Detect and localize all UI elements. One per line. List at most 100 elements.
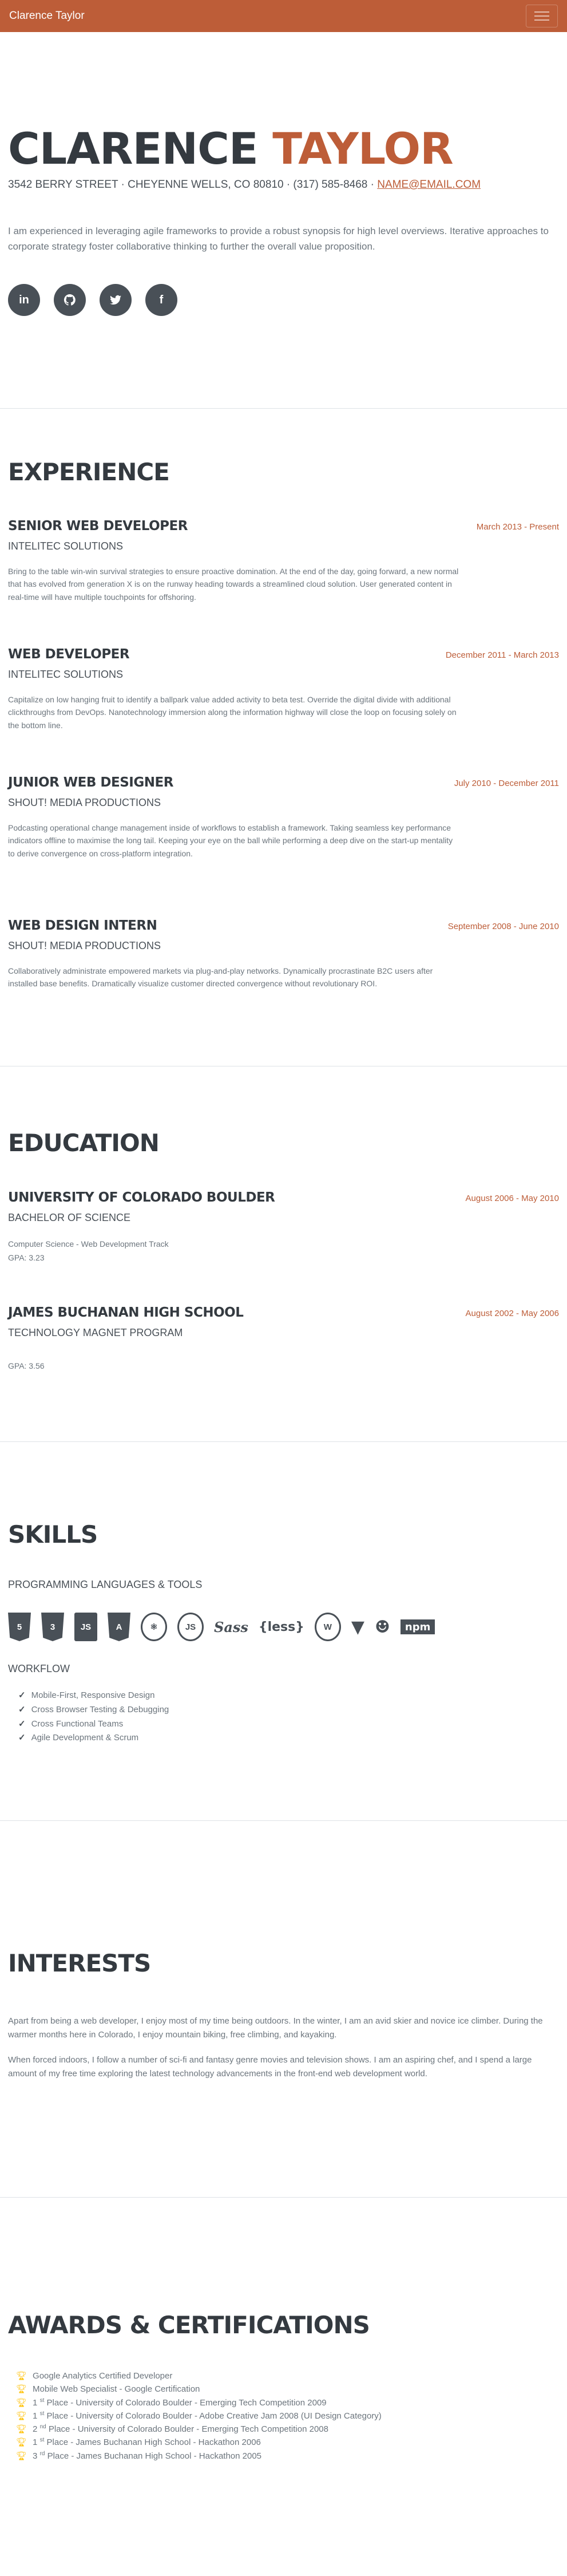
- skills-heading: Skills: [8, 1520, 98, 1548]
- twitter-icon[interactable]: [100, 284, 132, 317]
- section-divider: [0, 1820, 567, 1821]
- award-item: 🏆︎ 2 nd Place - University of Colorado Bo…: [16, 2423, 559, 2436]
- ordinal-suffix: st: [39, 2397, 45, 2404]
- award-item: 🏆︎ 1 st Place - University of Colorado Bo…: [16, 2409, 559, 2423]
- react-icon: ⚛: [141, 1613, 167, 1641]
- award-item: 🏆︎ Mobile Web Specialist - Google Certifi…: [16, 2383, 559, 2396]
- brand-link[interactable]: Clarence Taylor: [9, 10, 85, 22]
- check-icon: ✓: [18, 1690, 26, 1700]
- award-text: 3 rd Place - James Buchanan High School …: [33, 2450, 262, 2461]
- workflow-list: ✓ Mobile-First, Responsive Design ✓ Cross B…: [8, 1689, 559, 1745]
- date-range: August 2002 - May 2006: [465, 1309, 559, 1318]
- html5-icon: 5: [8, 1613, 31, 1641]
- date-range: March 2013 - Present: [476, 522, 559, 532]
- company-name: Shout! Media Productions: [8, 797, 161, 808]
- about-summary: I am experienced in leveraging agile fra…: [8, 226, 549, 252]
- award-text: 1 st Place - James Buchanan High School …: [33, 2437, 261, 2448]
- sass-icon: Sass: [214, 1618, 248, 1635]
- experience-section: Experience: [0, 460, 567, 484]
- section-divider: [0, 2197, 567, 2198]
- trophy-icon: 🏆︎: [16, 2424, 27, 2434]
- hamburger-line: [534, 19, 549, 21]
- facebook-icon[interactable]: f: [145, 284, 177, 317]
- nodejs-icon: JS: [177, 1613, 204, 1641]
- degree-name: Technology Magnet Program: [8, 1327, 183, 1338]
- css3-icon: 3: [41, 1613, 64, 1641]
- wordpress-icon: W: [314, 1613, 341, 1641]
- award-item: 🏆︎ 3 rd Place - James Buchanan High Schoo…: [16, 2449, 559, 2463]
- award-text: 1 st Place - University of Colorado Boul…: [33, 2410, 382, 2421]
- job-description: Bring to the table win-win survival stra…: [8, 567, 459, 602]
- workflow-item: ✓ Cross Browser Testing & Debugging: [18, 1703, 559, 1717]
- award-item: 🏆︎ 1 st Place - University of Colorado Bo…: [16, 2396, 559, 2409]
- hamburger-line: [534, 11, 549, 13]
- workflow-label: Mobile-First, Responsive Design: [31, 1690, 155, 1700]
- experience-item: Web Design Intern Shout! Media Production…: [8, 918, 559, 990]
- interests-paragraph: When forced indoors, I follow a number o…: [8, 2055, 532, 2079]
- award-item: 🏆︎ Google Analytics Certified Developer: [16, 2369, 559, 2383]
- experience-heading: Experience: [8, 458, 170, 486]
- trophy-icon: 🏆︎: [16, 2384, 27, 2395]
- less-icon: {less}: [258, 1619, 304, 1634]
- grunt-icon: ☻: [374, 1617, 390, 1637]
- languages-heading: Programming Languages & Tools: [8, 1579, 203, 1590]
- ordinal-suffix: rd: [39, 2450, 45, 2457]
- award-text: Mobile Web Specialist - Google Certifica…: [33, 2384, 200, 2395]
- email-link[interactable]: name@email.com: [377, 179, 481, 191]
- gulp-icon: ▼: [351, 1617, 364, 1637]
- workflow-item: ✓ Agile Development & Scrum: [18, 1731, 559, 1745]
- track-text: Computer Science - Web Development Track: [8, 1239, 169, 1249]
- ordinal-suffix: nd: [39, 2424, 46, 2430]
- npm-icon: npm: [400, 1619, 435, 1634]
- gpa-text: GPA: 3.23: [8, 1253, 45, 1263]
- award-text: Google Analytics Certified Developer: [33, 2371, 173, 2381]
- address-text: 3542 Berry Street · Cheyenne Wells, CO 8…: [8, 179, 374, 191]
- page-title: Clarence Taylor: [8, 127, 559, 171]
- experience-item: Junior Web Designer Shout! Media Producti…: [8, 775, 559, 860]
- check-icon: ✓: [18, 1704, 26, 1714]
- about-section: Clarence Taylor 3542 Berry Street · Chey…: [0, 127, 567, 317]
- trophy-icon: 🏆︎: [16, 2397, 27, 2408]
- ordinal-suffix: st: [39, 2410, 45, 2417]
- job-description: Collaboratively administrate empowered m…: [8, 966, 433, 989]
- check-icon: ✓: [18, 1718, 26, 1729]
- section-divider: [0, 408, 567, 409]
- degree-name: Bachelor of Science: [8, 1212, 131, 1223]
- interests-paragraph: Apart from being a web developer, I enjo…: [8, 2016, 543, 2040]
- award-text: 1 st Place - University of Colorado Boul…: [33, 2397, 327, 2408]
- ordinal-suffix: st: [39, 2437, 45, 2444]
- award-text: 2 nd Place - University of Colorado Boul…: [33, 2424, 328, 2434]
- education-item: James Buchanan High School Technology Mag…: [8, 1305, 559, 1372]
- contact-line: 3542 Berry Street · Cheyenne Wells, CO 8…: [8, 179, 559, 191]
- company-name: Intelitec Solutions: [8, 669, 124, 680]
- github-icon[interactable]: [54, 284, 86, 317]
- awards-section: Awards & Certifications 🏆︎ Google Analyti…: [0, 2313, 567, 2463]
- linkedin-icon[interactable]: in: [8, 284, 40, 317]
- tools-icon-row: 5 3 JS A ⚛ JS Sass {less} W ▼ ☻ npm: [8, 1613, 559, 1641]
- job-description: Podcasting operational change management…: [8, 823, 453, 858]
- top-navbar: Clarence Taylor: [0, 0, 567, 32]
- javascript-icon: JS: [74, 1613, 97, 1641]
- awards-heading: Awards & Certifications: [8, 2311, 370, 2339]
- first-name: Clarence: [8, 123, 259, 174]
- workflow-item: ✓ Cross Functional Teams: [18, 1717, 559, 1732]
- gpa-text: GPA: 3.56: [8, 1361, 45, 1370]
- date-range: August 2006 - May 2010: [465, 1194, 559, 1203]
- workflow-label: Cross Functional Teams: [31, 1718, 124, 1729]
- angular-icon: A: [108, 1613, 130, 1641]
- job-description: Capitalize on low hanging fruit to ident…: [8, 695, 457, 730]
- hamburger-icon[interactable]: [526, 5, 558, 27]
- education-section: Education: [0, 1131, 567, 1155]
- experience-item: Senior Web Developer Intelitec Solutions B…: [8, 519, 559, 603]
- check-icon: ✓: [18, 1733, 26, 1743]
- interests-heading: Interests: [8, 1949, 151, 1977]
- awards-list: 🏆︎ Google Analytics Certified Developer 🏆︎…: [8, 2369, 559, 2463]
- education-item: University of Colorado Boulder Bachelor o…: [8, 1190, 559, 1265]
- section-divider: [0, 1441, 567, 1442]
- experience-item: Web Developer Intelitec Solutions Capitali…: [8, 647, 559, 732]
- company-name: Shout! Media Productions: [8, 940, 161, 951]
- trophy-icon: 🏆︎: [16, 2437, 27, 2448]
- interests-section: Interests Apart from being a web develop…: [0, 1951, 567, 2081]
- workflow-label: Cross Browser Testing & Debugging: [31, 1704, 169, 1714]
- trophy-icon: 🏆︎: [16, 2411, 27, 2421]
